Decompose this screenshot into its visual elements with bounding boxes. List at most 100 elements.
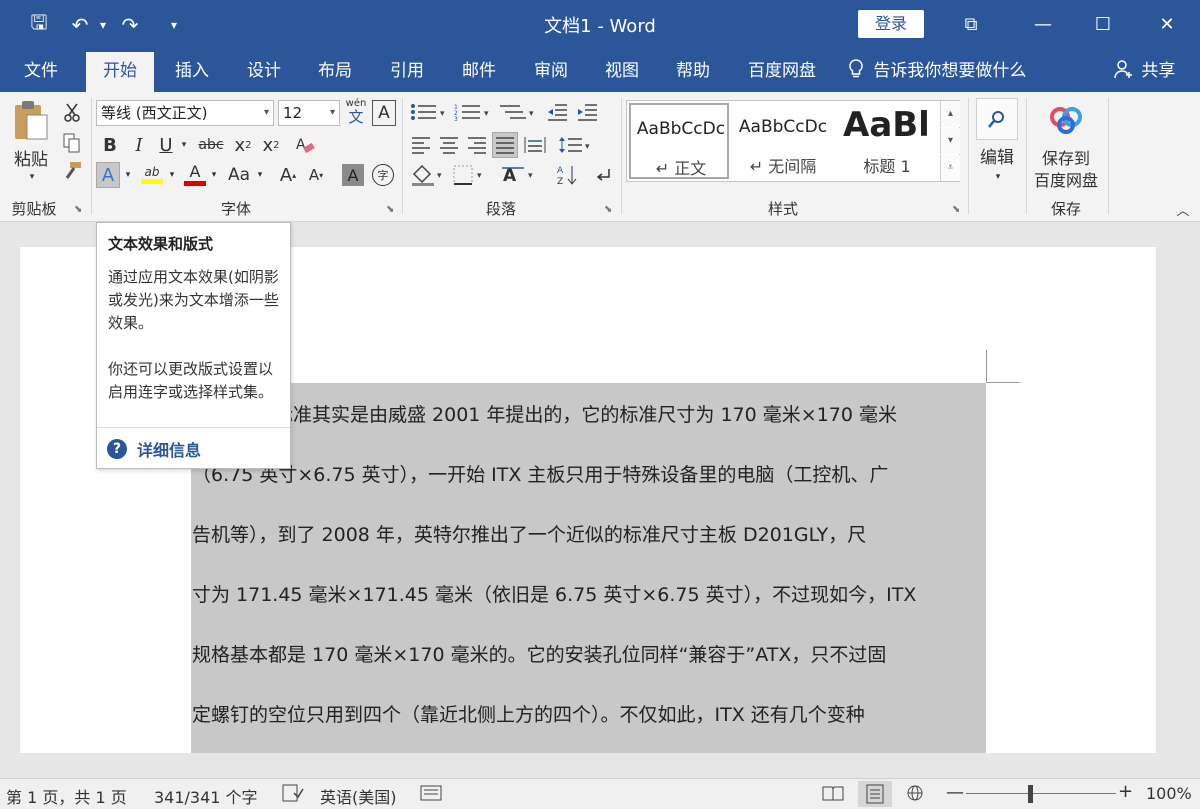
page-count[interactable]: 第 1 页，共 1 页 (6, 784, 127, 808)
tab-layout[interactable]: 布局 (318, 50, 352, 92)
zoom-level[interactable]: 100% (1146, 784, 1192, 803)
shrink-font-button[interactable]: A ▾ (304, 162, 328, 188)
tab-baidu-netdisk[interactable]: 百度网盘 (748, 50, 816, 92)
align-left-icon[interactable] (408, 132, 434, 158)
clear-formatting-icon[interactable]: A (292, 132, 318, 158)
subscript-button[interactable]: x2 (230, 132, 256, 158)
word-count[interactable]: 341/341 个字 (154, 784, 258, 808)
decrease-indent-icon[interactable] (544, 100, 570, 124)
zoom-slider-thumb[interactable] (1028, 785, 1033, 803)
change-case-button[interactable]: Aa (224, 162, 254, 188)
chevron-down-icon[interactable]: ▾ (264, 101, 269, 125)
bullets-icon[interactable]: ▾ (408, 100, 452, 124)
tab-design[interactable]: 设计 (247, 50, 281, 92)
change-case-dropdown-icon[interactable]: ▾ (254, 162, 266, 188)
ribbon-display-options-icon[interactable]: ⧉ (946, 8, 996, 40)
editing-label[interactable]: 编辑 (972, 144, 1022, 168)
paste-icon[interactable] (8, 98, 54, 144)
line-spacing-icon[interactable]: ▾ (556, 132, 596, 158)
underline-button[interactable]: U (154, 132, 178, 158)
gallery-scroll-up-icon[interactable]: ▴ (940, 101, 960, 127)
maximize-icon[interactable]: ☐ (1078, 8, 1128, 40)
shading-icon[interactable]: ▾ (408, 162, 448, 188)
bold-button[interactable]: B (98, 132, 122, 158)
tell-me-search[interactable]: 告诉我你想要做什么 (848, 50, 1026, 92)
multilevel-list-icon[interactable]: ▾ (496, 100, 540, 124)
close-icon[interactable]: ✕ (1142, 8, 1192, 40)
distributed-icon[interactable] (522, 132, 548, 158)
document-line[interactable]: 定螺钉的空位只用到四个（靠近北侧上方的四个）。不仅如此，ITX 还有几个变种 (192, 700, 986, 727)
font-launcher-icon[interactable]: ⬊ (386, 204, 394, 215)
paragraph-launcher-icon[interactable]: ⬊ (604, 204, 612, 215)
minimize-icon[interactable]: — (1018, 8, 1068, 40)
paste-dropdown-icon[interactable]: ▾ (24, 170, 40, 184)
cut-icon[interactable] (60, 102, 84, 124)
superscript-button[interactable]: x2 (258, 132, 284, 158)
web-layout-icon[interactable] (904, 784, 926, 806)
zoom-slider-track[interactable] (966, 793, 1116, 794)
copy-icon[interactable] (60, 132, 84, 154)
clipboard-launcher-icon[interactable]: ⬊ (74, 204, 82, 215)
tab-help[interactable]: 帮助 (676, 50, 710, 92)
read-mode-icon[interactable] (822, 784, 844, 806)
align-center-icon[interactable] (436, 132, 462, 158)
sort-icon[interactable]: AZ (554, 162, 580, 188)
phonetic-guide-icon[interactable]: wén 文 (344, 98, 368, 126)
format-painter-icon[interactable] (60, 160, 84, 182)
font-color-button[interactable]: A (182, 160, 208, 188)
tell-me-more-link[interactable]: ? 详细信息 (107, 437, 201, 461)
zoom-out-icon[interactable]: — (946, 782, 964, 803)
align-right-icon[interactable] (464, 132, 490, 158)
grow-font-button[interactable]: A ▴ (276, 162, 300, 188)
collapse-ribbon-icon[interactable]: ︿ (1172, 200, 1194, 219)
text-effects-dropdown-icon[interactable]: ▾ (122, 162, 134, 188)
tab-view[interactable]: 视图 (605, 50, 639, 92)
document-line[interactable]: （6.75 英寸×6.75 英寸），一开始 ITX 主板只用于特殊设备里的电脑（… (192, 460, 986, 487)
italic-button[interactable]: I (128, 132, 150, 158)
gallery-more-icon[interactable]: ⩡ (940, 155, 960, 181)
save-to-label-1[interactable]: 保存到 (1030, 146, 1102, 168)
document-line[interactable]: 规格基本都是 170 毫米×170 毫米的。它的安装孔位同样“兼容于”ATX，只… (192, 640, 986, 667)
enclose-characters-button[interactable]: 字 (372, 164, 394, 186)
font-color-dropdown-icon[interactable]: ▾ (208, 162, 220, 188)
strikethrough-button[interactable]: abc (194, 132, 228, 158)
search-icon[interactable] (976, 98, 1018, 140)
save-to-label-2[interactable]: 百度网盘 (1030, 168, 1102, 190)
character-shading-button[interactable]: A (342, 164, 364, 186)
login-button[interactable]: 登录 (858, 10, 924, 38)
proofing-icon[interactable] (282, 784, 304, 806)
style-no-spacing[interactable]: AaBbCcDc ↵ 无间隔 (733, 103, 833, 179)
print-layout-icon[interactable] (858, 781, 892, 807)
gallery-scroll-down-icon[interactable]: ▾ (940, 128, 960, 154)
baidu-netdisk-icon[interactable] (1044, 102, 1088, 138)
chinese-layout-icon[interactable]: A ▾ (500, 162, 540, 188)
font-size-combo[interactable]: 12 ▾ (278, 100, 340, 126)
share-button[interactable]: 共享 (1114, 50, 1175, 92)
paste-label[interactable]: 粘贴 (8, 146, 54, 170)
document-line[interactable]: 告机等），到了 2008 年，英特尔推出了一个近似的标准尺寸主板 D201GLY… (192, 520, 986, 547)
tab-mailings[interactable]: 邮件 (462, 50, 496, 92)
justify-icon[interactable] (492, 132, 518, 158)
highlight-button[interactable]: ab (138, 160, 166, 188)
highlight-dropdown-icon[interactable]: ▾ (166, 162, 178, 188)
text-effects-button[interactable]: A (96, 162, 120, 188)
editing-dropdown-icon[interactable]: ▾ (990, 170, 1006, 184)
tab-references[interactable]: 引用 (390, 50, 424, 92)
font-name-combo[interactable]: 等线 (西文正文) ▾ (96, 100, 274, 126)
macro-record-icon[interactable] (420, 784, 442, 806)
tab-file[interactable]: 文件 (24, 50, 58, 92)
zoom-in-icon[interactable]: + (1118, 781, 1133, 802)
increase-indent-icon[interactable] (574, 100, 600, 124)
numbering-icon[interactable]: 1 2 3 ▾ (452, 100, 496, 124)
chevron-down-icon[interactable]: ▾ (330, 101, 335, 125)
character-border-icon[interactable]: A (372, 100, 396, 126)
tab-review[interactable]: 审阅 (534, 50, 568, 92)
document-line[interactable]: 标准其实是由威盛 2001 年提出的，它的标准尺寸为 170 毫米×170 毫米 (192, 400, 986, 427)
style-heading-1[interactable]: AaBl 标题 1 (837, 103, 941, 179)
language[interactable]: 英语(美国) (320, 784, 397, 808)
underline-dropdown-icon[interactable]: ▾ (178, 132, 190, 158)
show-paragraph-marks-icon[interactable] (590, 162, 616, 188)
tab-insert[interactable]: 插入 (175, 50, 209, 92)
style-normal[interactable]: AaBbCcDc ↵ 正文 (629, 103, 729, 179)
document-line[interactable]: 寸为 171.45 毫米×171.45 毫米（依旧是 6.75 英寸×6.75 … (192, 580, 986, 607)
